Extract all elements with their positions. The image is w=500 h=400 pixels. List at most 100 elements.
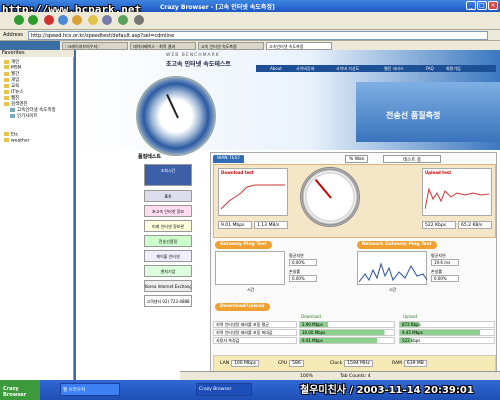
- folder-icon: [4, 101, 9, 106]
- start-button[interactable]: Crazy Browser: [0, 380, 40, 400]
- clock-value: 1594 MHz: [344, 360, 373, 367]
- table-row: 사용자 측정값 9.01 Mbps 522 kbps: [213, 337, 496, 344]
- page-content: WEB BENCHMARK 초고속 인터넷 속도테스트 About 사이버강좌 …: [76, 50, 500, 384]
- taskbar-item[interactable]: Crazy Browser: [196, 383, 252, 396]
- nav-item[interactable]: FAQ: [426, 66, 434, 71]
- tab-2[interactable]: 데이터베이스 - 최적 결과: [130, 42, 196, 50]
- ram-info: RAM 639 MB: [392, 360, 427, 367]
- lan-value: 100 Mbps: [231, 360, 260, 367]
- tab-3[interactable]: 고속 인터넷 속도측정: [198, 42, 264, 50]
- sidebar-item[interactable]: 인기사이트: [10, 113, 38, 119]
- refresh-icon[interactable]: [58, 15, 68, 25]
- row-download: 9.01 Mbps: [299, 337, 395, 344]
- banner[interactable]: 고객센터 02) 723-4888: [144, 295, 192, 307]
- upload-graph: Upload test: [422, 168, 492, 216]
- window-title: Crazy Browser - [고속 인터넷 속도측정]: [160, 4, 275, 11]
- upload-speed-kbs: 65.2 KB/s: [458, 221, 492, 229]
- history-icon[interactable]: [102, 15, 112, 25]
- page-icon: [10, 113, 15, 118]
- lan-info: LAN 100 Mbps: [220, 360, 260, 367]
- wan-test-area: Download test Upload test 9.01 Mbps 1.13…: [213, 164, 496, 238]
- nav-item[interactable]: 사이버 가상도: [336, 66, 359, 72]
- banner[interactable]: 미래 인터넷 정보관: [144, 220, 192, 232]
- folder-icon: [4, 138, 9, 142]
- address-input[interactable]: http://speed.hcs.or.kr/speedtest/default…: [28, 31, 488, 40]
- tab-1[interactable]: ::크레이지브라우저::: [62, 42, 128, 50]
- toolbar: [0, 12, 500, 30]
- speed-dial-logo: [136, 76, 216, 156]
- zoom-level[interactable]: 100%: [300, 374, 313, 379]
- ping-avg-value: 0.00%: [289, 259, 317, 266]
- row-upload: 872 Kbps: [399, 321, 495, 328]
- table-row: 지역 인터넷망 제외를 포함 최대값 10.00 Mbps 9.45 Mbps: [213, 329, 496, 336]
- ping-graph: [215, 251, 285, 285]
- mail-icon[interactable]: [134, 15, 144, 25]
- site-nav: About 사이버강좌 사이버 가상도 웹진 서비스 FAQ 회원가입: [256, 65, 496, 72]
- folder-icon: [4, 65, 9, 69]
- banner[interactable]: 케이블 인터넷: [144, 250, 192, 262]
- row-upload: 522 kbps: [399, 337, 495, 344]
- network-ping-line: [359, 262, 427, 283]
- gauge-needle: [314, 179, 332, 199]
- home-icon[interactable]: [72, 15, 82, 25]
- stop-icon[interactable]: [44, 15, 54, 25]
- cpu-value: 586: [289, 360, 304, 367]
- print-icon[interactable]: [118, 15, 128, 25]
- taskbar-item[interactable]: 웹 브라우저: [60, 383, 120, 396]
- nav-item[interactable]: 웹진 서비스: [384, 66, 404, 72]
- clock-info: Clock 1594 MHz: [330, 360, 373, 367]
- banner[interactable]: BIX: [144, 190, 192, 202]
- tab-strip: ::크레이지브라우저:: 데이터베이스 - 최적 결과 고속 인터넷 속도측정 …: [60, 41, 500, 50]
- favorites-icon[interactable]: [88, 15, 98, 25]
- banner[interactable]: 초고속 인터넷 정보: [144, 205, 192, 217]
- capture-stamp: 철우미친사 / 2003-11-14 20:39:01: [300, 385, 474, 396]
- tab-4[interactable]: 고속인터넷 속도측정: [266, 42, 332, 50]
- minimize-icon[interactable]: _: [466, 1, 476, 10]
- download-speed-mbps: 9.01 Mbps: [218, 221, 252, 229]
- upload-plot: [425, 187, 489, 210]
- col-download: Download: [301, 314, 321, 319]
- brand-title[interactable]: 초고속 인터넷 속도테스트: [166, 59, 231, 68]
- sidebar-item[interactable]: weather: [4, 138, 29, 144]
- sidebar-item[interactable]: Etc: [4, 132, 18, 138]
- page-icon: [10, 107, 15, 112]
- upload-line: [425, 187, 489, 210]
- nav-item[interactable]: 회원가입: [446, 66, 461, 72]
- banner[interactable]: 벤처기업: [144, 265, 192, 277]
- nav-item[interactable]: 사이버강좌: [296, 66, 314, 72]
- dial-needle: [166, 94, 179, 119]
- col-upload: Upload: [403, 314, 418, 319]
- left-nav: 품질테스트 조회시간 BIX 초고속 인터넷 정보 미래 인터넷 정보관 전송선…: [136, 150, 198, 380]
- result-header: Download/Upload: [215, 303, 270, 311]
- banner[interactable]: 전송선품질: [144, 235, 192, 247]
- forward-icon[interactable]: [28, 15, 38, 25]
- status-bar: 100% Tab Counts: 4: [180, 371, 500, 380]
- folder-icon: [4, 59, 9, 64]
- download-graph: Download test: [218, 168, 288, 216]
- back-icon[interactable]: [14, 15, 24, 25]
- folder-icon: [4, 95, 9, 100]
- row-label: 지역 인터넷망 제외를 포함 최대값: [213, 329, 297, 336]
- folder-icon: [4, 77, 9, 82]
- nping-time-label: 시간: [389, 287, 397, 292]
- banner[interactable]: 조회시간: [144, 164, 192, 186]
- ping-test-header: Gateway Ping Test: [215, 241, 272, 249]
- left-nav-title: 품질테스트: [138, 154, 162, 160]
- row-upload: 9.45 Mbps: [399, 329, 495, 336]
- network-ping-graph: [357, 251, 427, 285]
- nav-item[interactable]: About: [270, 66, 282, 71]
- download-plot: [221, 184, 285, 210]
- maximize-icon[interactable]: □: [477, 1, 487, 10]
- brand-small: WEB BENCHMARK: [166, 53, 220, 58]
- test-mode-select[interactable]: % Wan: [345, 155, 369, 163]
- network-ping-plot: [359, 262, 427, 283]
- network-ping-header: Network Gateway Ping Test: [357, 241, 437, 249]
- sidebar-item[interactable]: MSN: [4, 65, 21, 71]
- row-download: 2.90 Mbps: [299, 321, 395, 328]
- nping-avg-value: 19.6 ms: [431, 259, 459, 266]
- close-icon[interactable]: ×: [488, 1, 498, 10]
- table-row: 지역 인터넷망 제외를 포함 평균 2.90 Mbps 872 Kbps: [213, 321, 496, 328]
- banner[interactable]: Korea Internet Exchange: [144, 280, 192, 292]
- tab-wan-test[interactable]: WAN TEST: [213, 155, 245, 163]
- folder-icon: [4, 71, 9, 76]
